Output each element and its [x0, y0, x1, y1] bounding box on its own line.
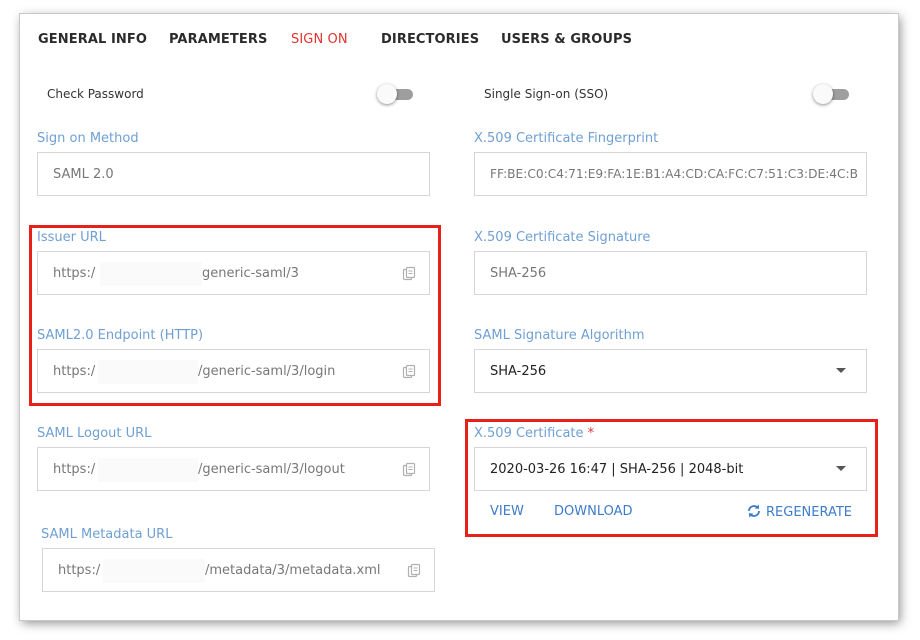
highlight-box-certificate [465, 419, 878, 537]
tab-parameters[interactable]: PARAMETERS [169, 32, 267, 47]
check-password-toggle[interactable] [377, 84, 413, 104]
cert-signature-field: SHA-256 [474, 251, 867, 295]
saml-signature-algorithm-select[interactable]: SHA-256 [474, 349, 867, 393]
saml-signature-algorithm-label: SAML Signature Algorithm [474, 328, 645, 343]
saml-metadata-url-suffix: /metadata/3/metadata.xml [205, 563, 381, 578]
saml-logout-url-label: SAML Logout URL [37, 426, 152, 441]
toggle-knob [377, 84, 397, 104]
saml-logout-url-prefix: https:/ [53, 462, 96, 477]
saml-metadata-url-prefix: https:/ [58, 563, 101, 578]
redacted-block [98, 458, 198, 482]
saml-metadata-url-label: SAML Metadata URL [41, 527, 173, 542]
sign-on-method-value: SAML 2.0 [53, 167, 114, 182]
tab-users-groups[interactable]: USERS & GROUPS [501, 32, 632, 47]
sign-on-method-label: Sign on Method [37, 131, 139, 146]
tab-general-info[interactable]: GENERAL INFO [38, 32, 147, 47]
saml-logout-url-suffix: /generic-saml/3/logout [198, 462, 345, 477]
sso-toggle[interactable] [813, 84, 849, 104]
cert-fingerprint-field: FF:BE:C0:C4:71:E9:FA:1E:B1:A4:CD:CA:FC:C… [474, 152, 867, 196]
tab-sign-on[interactable]: SIGN ON [291, 32, 348, 47]
saml-metadata-url-field[interactable]: https:/ /metadata/3/metadata.xml [42, 548, 435, 592]
cert-signature-value: SHA-256 [490, 266, 547, 281]
check-password-label: Check Password [47, 87, 144, 101]
sign-on-method-field: SAML 2.0 [37, 152, 430, 196]
saml-signature-algorithm-value: SHA-256 [490, 364, 547, 379]
toggle-knob [813, 84, 833, 104]
copy-icon[interactable] [401, 462, 417, 478]
redacted-block [103, 559, 205, 583]
tab-directories[interactable]: DIRECTORIES [381, 32, 479, 47]
chevron-down-icon [836, 368, 846, 373]
saml-logout-url-field[interactable]: https:/ /generic-saml/3/logout [37, 447, 430, 491]
highlight-box-urls [29, 225, 441, 406]
cert-fingerprint-value: FF:BE:C0:C4:71:E9:FA:1E:B1:A4:CD:CA:FC:C… [490, 167, 859, 181]
sso-label: Single Sign-on (SSO) [484, 87, 609, 101]
cert-signature-label: X.509 Certificate Signature [474, 230, 651, 245]
cert-fingerprint-label: X.509 Certificate Fingerprint [474, 131, 659, 146]
copy-icon[interactable] [406, 563, 422, 579]
